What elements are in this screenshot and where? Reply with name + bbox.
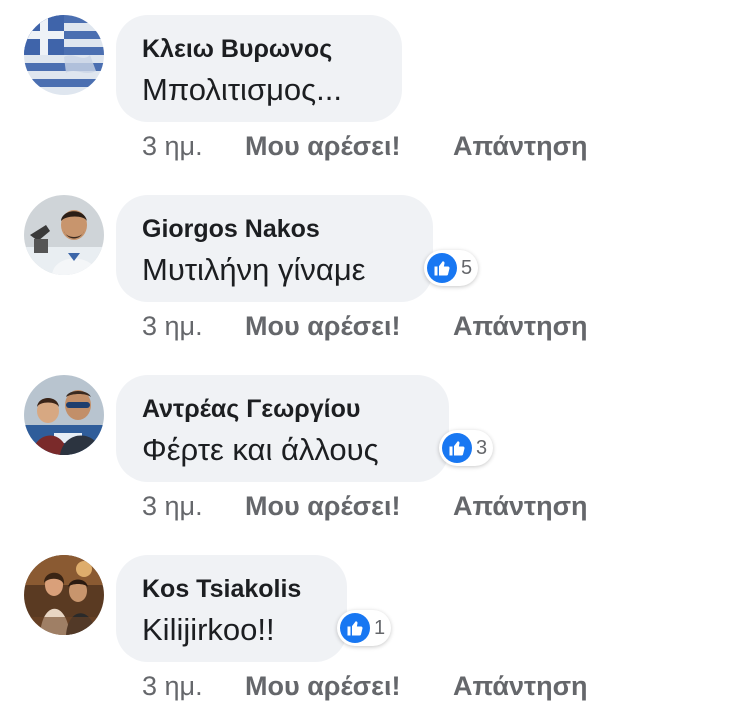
timestamp[interactable]: 3 ημ. — [142, 311, 203, 342]
author-name[interactable]: Αντρέας Γεωργίου — [142, 395, 360, 424]
author-name[interactable]: Kos Tsiakolis — [142, 575, 301, 604]
avatar[interactable] — [24, 555, 104, 635]
comment-bubble: Giorgos Nakos Μυτιλήνη γίναμε — [116, 195, 433, 302]
author-name[interactable]: Κλειω Βυρωνος — [142, 35, 332, 64]
author-name[interactable]: Giorgos Nakos — [142, 215, 320, 244]
person-microscope-avatar-icon — [24, 195, 104, 275]
reaction-count: 3 — [476, 436, 488, 459]
avatar[interactable] — [24, 375, 104, 455]
timestamp[interactable]: 3 ημ. — [142, 491, 203, 522]
comment-bubble: Kos Tsiakolis Kilijirkoo!! — [116, 555, 347, 662]
like-button[interactable]: Μου αρέσει! — [245, 491, 400, 522]
comment-bubble: Αντρέας Γεωργίου Φέρτε και άλλους — [116, 375, 449, 482]
greek-flag-avatar-icon — [24, 15, 104, 95]
avatar[interactable] — [24, 195, 104, 275]
comment-bubble: Κλειω Βυρωνος Μπολιτισμος... — [116, 15, 402, 122]
couple-room-avatar-icon — [24, 555, 104, 635]
reply-button[interactable]: Απάντηση — [453, 131, 588, 162]
comment-text: Kilijirkoo!! — [142, 612, 275, 647]
reply-button[interactable]: Απάντηση — [453, 491, 588, 522]
like-reaction-icon — [427, 253, 457, 283]
reaction-summary[interactable]: 1 — [337, 610, 392, 646]
reply-button[interactable]: Απάντηση — [453, 311, 588, 342]
comment-text: Φέρτε και άλλους — [142, 432, 379, 467]
reaction-summary[interactable]: 3 — [439, 430, 494, 466]
reply-button[interactable]: Απάντηση — [453, 671, 588, 702]
reaction-count: 5 — [461, 256, 473, 279]
man-with-child-avatar-icon — [24, 375, 104, 455]
like-reaction-icon — [340, 613, 370, 643]
like-button[interactable]: Μου αρέσει! — [245, 671, 400, 702]
reaction-count: 1 — [374, 616, 386, 639]
avatar[interactable] — [24, 15, 104, 95]
like-reaction-icon — [442, 433, 472, 463]
comment-text: Μπολιτισμος... — [142, 72, 342, 107]
reaction-summary[interactable]: 5 — [424, 250, 479, 286]
comment-text: Μυτιλήνη γίναμε — [142, 252, 366, 287]
timestamp[interactable]: 3 ημ. — [142, 671, 203, 702]
like-button[interactable]: Μου αρέσει! — [245, 311, 400, 342]
like-button[interactable]: Μου αρέσει! — [245, 131, 400, 162]
timestamp[interactable]: 3 ημ. — [142, 131, 203, 162]
